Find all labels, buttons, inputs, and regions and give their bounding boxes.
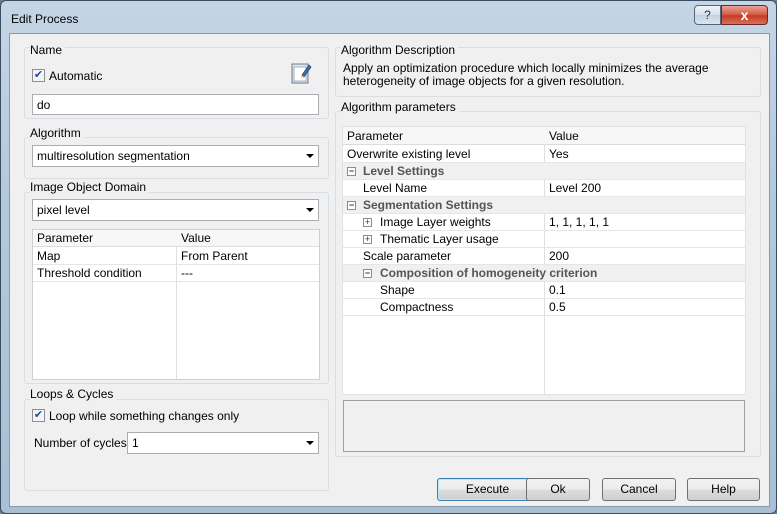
param-value: 1, 1, 1, 1, 1 (549, 215, 610, 229)
name-group-title: Name (30, 43, 66, 57)
chevron-down-icon (306, 208, 314, 212)
loops-group-title: Loops & Cycles (30, 387, 117, 401)
title-bar[interactable]: Edit Process ? x (1, 1, 776, 33)
section-segmentation-settings[interactable]: − Segmentation Settings (343, 197, 745, 214)
domain-parameter-grid: Parameter Value Map From Parent Threshol… (32, 229, 320, 380)
params-grid-header: Parameter Value (343, 127, 745, 145)
collapse-icon[interactable]: − (347, 167, 356, 176)
domain-group-title: Image Object Domain (30, 180, 150, 194)
algorithm-parameter-grid: Parameter Value Overwrite existing level… (342, 126, 746, 395)
description-title: Algorithm Description (341, 43, 459, 57)
edit-process-window: Edit Process ? x Name ✔ Automatic do Alg… (0, 0, 777, 514)
algorithm-selected-value: multiresolution segmentation (37, 149, 190, 163)
algorithm-group-title: Algorithm (30, 126, 84, 140)
param-row-overwrite[interactable]: Overwrite existing level Yes (343, 146, 745, 163)
param-name: Compactness (380, 300, 454, 314)
expand-icon[interactable]: + (363, 218, 372, 227)
param-row-scale-parameter[interactable]: Scale parameter 200 (343, 248, 745, 265)
loop-while-changes-checkbox[interactable]: ✔ (32, 409, 45, 422)
domain-row-param: Threshold condition (37, 266, 142, 280)
domain-row-param: Map (37, 249, 61, 263)
cancel-button[interactable]: Cancel (602, 478, 676, 501)
param-row-thematic-layer-usage[interactable]: + Thematic Layer usage (343, 231, 745, 248)
chevron-down-icon (306, 441, 314, 445)
param-row-shape[interactable]: Shape 0.1 (343, 282, 745, 299)
param-name: Thematic Layer usage (380, 232, 499, 246)
domain-grid-header: Parameter Value (33, 230, 319, 247)
collapse-icon[interactable]: − (363, 269, 372, 278)
execute-button[interactable]: Execute (437, 478, 538, 501)
param-value: 0.1 (549, 283, 566, 297)
domain-row-threshold[interactable]: Threshold condition --- (33, 265, 319, 282)
cycles-select[interactable]: 1 (127, 432, 319, 454)
section-label: Composition of homogeneity criterion (380, 266, 598, 280)
domain-row-value: --- (181, 266, 193, 280)
chevron-down-icon (306, 154, 314, 158)
param-name: Level Name (363, 181, 428, 195)
edit-name-icon[interactable] (290, 61, 312, 85)
help-caption-button[interactable]: ? (694, 5, 721, 25)
section-label: Level Settings (363, 164, 445, 178)
cycles-selected-value: 1 (132, 436, 139, 450)
domain-col-parameter: Parameter (37, 231, 94, 245)
param-row-image-layer-weights[interactable]: + Image Layer weights 1, 1, 1, 1, 1 (343, 214, 745, 231)
param-name: Scale parameter (363, 249, 452, 263)
dialog-client-area: Name ✔ Automatic do Algorithm multiresol… (9, 33, 770, 507)
domain-selected-value: pixel level (37, 203, 90, 217)
domain-col-value: Value (181, 231, 211, 245)
param-value: Level 200 (549, 181, 602, 195)
description-text: Apply an optimization procedure which lo… (343, 61, 709, 88)
section-level-settings[interactable]: − Level Settings (343, 163, 745, 180)
param-row-level-name[interactable]: Level Name Level 200 (343, 180, 745, 197)
expand-icon[interactable]: + (363, 235, 372, 244)
domain-select[interactable]: pixel level (32, 199, 319, 221)
param-row-compactness[interactable]: Compactness 0.5 (343, 299, 745, 316)
cycles-label: Number of cycles (34, 436, 127, 450)
window-title: Edit Process (11, 12, 79, 26)
domain-row-map[interactable]: Map From Parent (33, 248, 319, 265)
automatic-checkbox[interactable]: ✔ (32, 69, 45, 82)
section-composition[interactable]: − Composition of homogeneity criterion (343, 265, 745, 282)
collapse-icon[interactable]: − (347, 201, 356, 210)
parameter-description-box (343, 400, 745, 452)
domain-row-value: From Parent (181, 249, 248, 263)
param-value: Yes (549, 147, 569, 161)
param-name: Shape (380, 283, 415, 297)
param-name: Overwrite existing level (347, 147, 471, 161)
params-col-parameter: Parameter (347, 129, 404, 143)
loop-while-changes-label: Loop while something changes only (49, 409, 240, 423)
algorithm-select[interactable]: multiresolution segmentation (32, 145, 319, 167)
params-col-value: Value (549, 129, 579, 143)
close-button[interactable]: x (721, 5, 768, 25)
param-value: 0.5 (549, 300, 566, 314)
automatic-label: Automatic (49, 69, 103, 83)
process-name-input[interactable]: do (32, 94, 319, 115)
parameters-title: Algorithm parameters (341, 100, 459, 114)
param-name: Image Layer weights (380, 215, 491, 229)
help-button[interactable]: Help (687, 478, 760, 501)
section-label: Segmentation Settings (363, 198, 494, 212)
ok-button[interactable]: Ok (526, 478, 590, 501)
param-value: 200 (549, 249, 570, 263)
